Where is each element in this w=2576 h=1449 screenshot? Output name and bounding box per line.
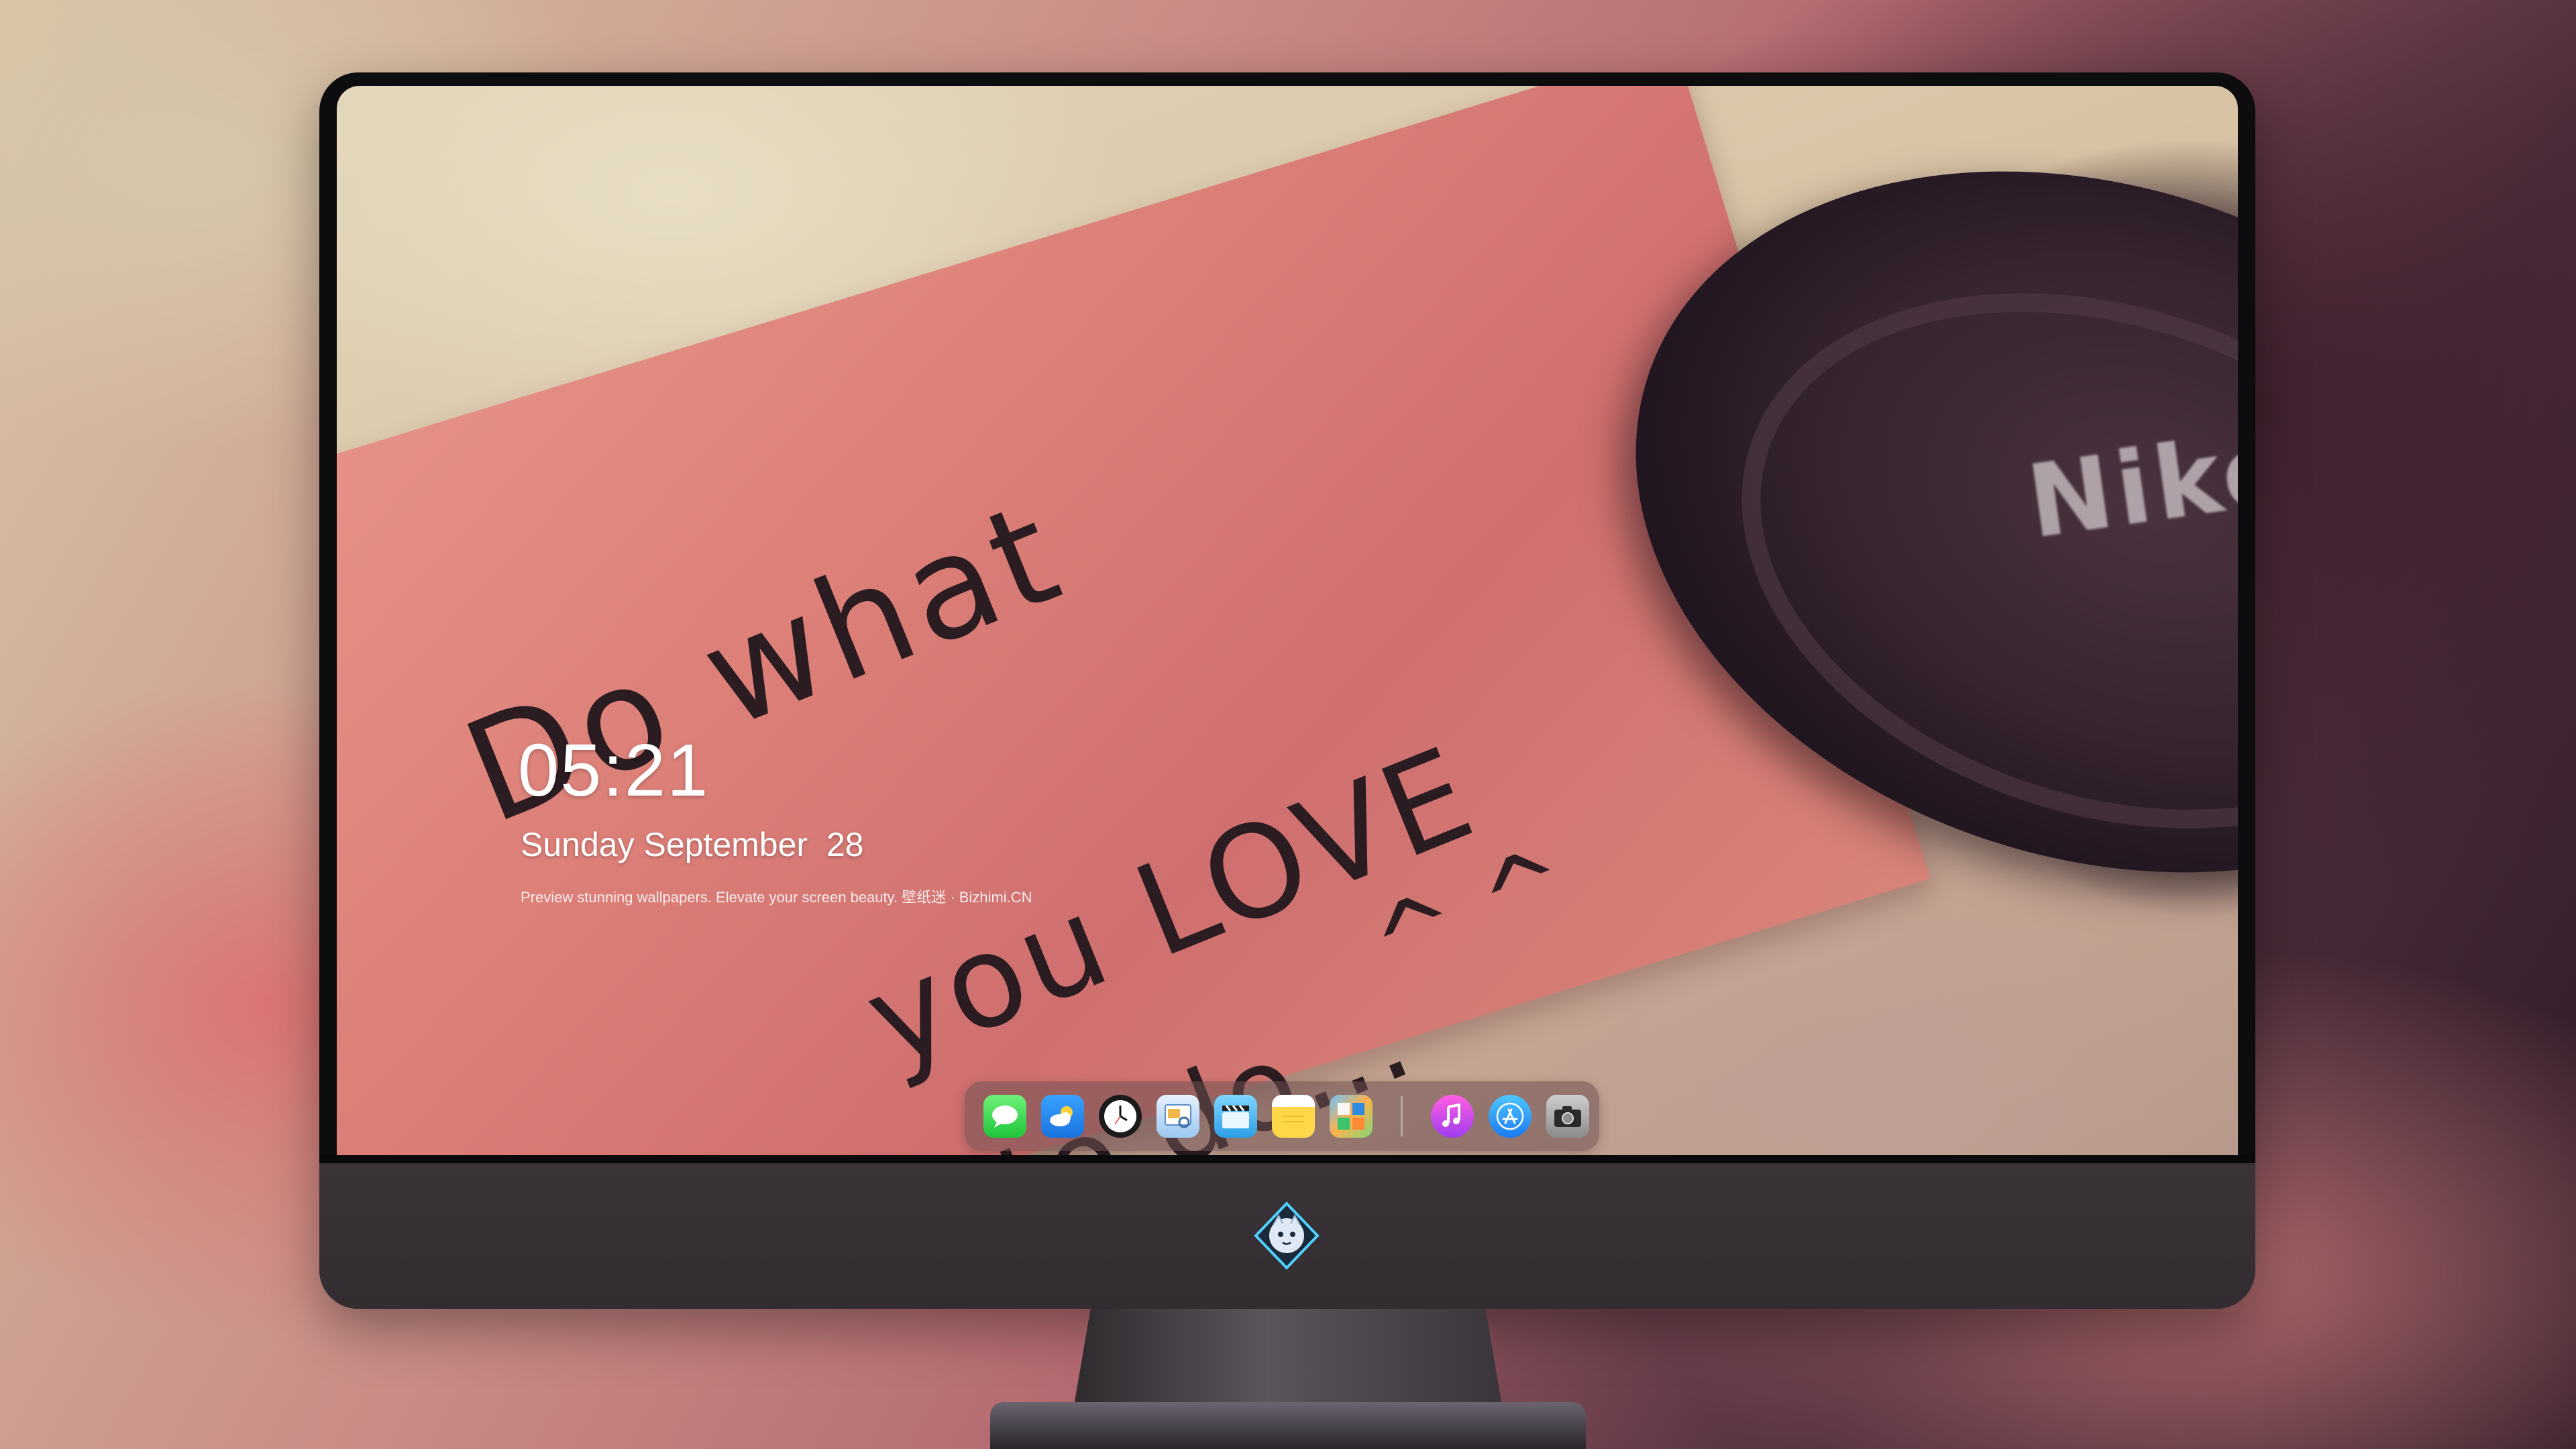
desktop-backdrop: Nikon Do what you LOVE to do... ^ ^ 05:2…: [0, 0, 2576, 1449]
dock: [965, 1081, 1599, 1151]
messages-dock-icon[interactable]: [983, 1095, 1026, 1138]
camera-dock-icon[interactable]: [1546, 1095, 1589, 1138]
clock-dock-icon[interactable]: [1099, 1095, 1142, 1138]
photo-collage-icon: [1338, 1103, 1364, 1130]
dock-separator: [1401, 1096, 1403, 1136]
notepad-icon: [1283, 1116, 1304, 1122]
app-store-dock-icon[interactable]: [1489, 1095, 1532, 1138]
notes-dock-icon[interactable]: [1272, 1095, 1315, 1138]
clips-dock-icon[interactable]: [1214, 1095, 1257, 1138]
mascot-logo-icon: [1254, 1201, 1320, 1270]
monitor-stand-neck: [1073, 1309, 1503, 1409]
music-dock-icon[interactable]: [1431, 1095, 1474, 1138]
clapperboard-icon: [1222, 1105, 1249, 1128]
monitor-screen: Nikon Do what you LOVE to do... ^ ^: [337, 86, 2238, 1155]
camera-icon: [1554, 1106, 1581, 1127]
music-note-icon: [1442, 1103, 1460, 1127]
preview-icon: [1165, 1104, 1191, 1128]
speech-bubble-icon: [992, 1106, 1018, 1128]
lock-screen-date: Sunday September 28: [521, 826, 864, 863]
photo-booth-dock-icon[interactable]: [1330, 1095, 1373, 1138]
monitor-stand-base: [990, 1402, 1586, 1449]
weather-dock-icon[interactable]: [1041, 1095, 1084, 1138]
lock-screen-tagline: Preview stunning wallpapers. Elevate you…: [521, 889, 1032, 906]
preview-dock-icon[interactable]: [1157, 1095, 1199, 1138]
lock-screen-time: 05:21: [518, 729, 710, 812]
app-store-icon: [1496, 1102, 1524, 1130]
clock-icon: [1104, 1100, 1136, 1132]
cloud-sun-icon: [1050, 1106, 1073, 1126]
